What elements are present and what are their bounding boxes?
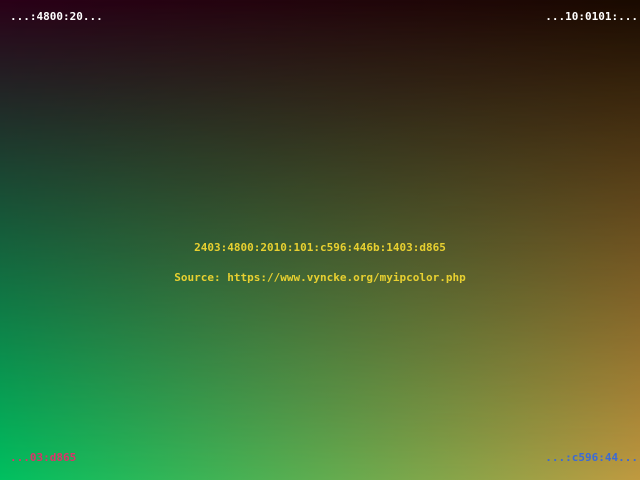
- source-url-text: Source: https://www.vyncke.org/myipcolor…: [174, 271, 466, 284]
- bottom-right-ip-fragment: ...:c596:44...: [545, 451, 638, 464]
- ip-address-text: 2403:4800:2010:101:c596:446b:1403:d865: [194, 241, 446, 254]
- bottom-left-ip-fragment: ...03:d865: [10, 451, 77, 464]
- top-left-ip-fragment: ...:4800:20...: [10, 10, 103, 23]
- top-right-ip-fragment: ...10:0101:...: [545, 10, 638, 23]
- color-gradient-background: [0, 0, 640, 480]
